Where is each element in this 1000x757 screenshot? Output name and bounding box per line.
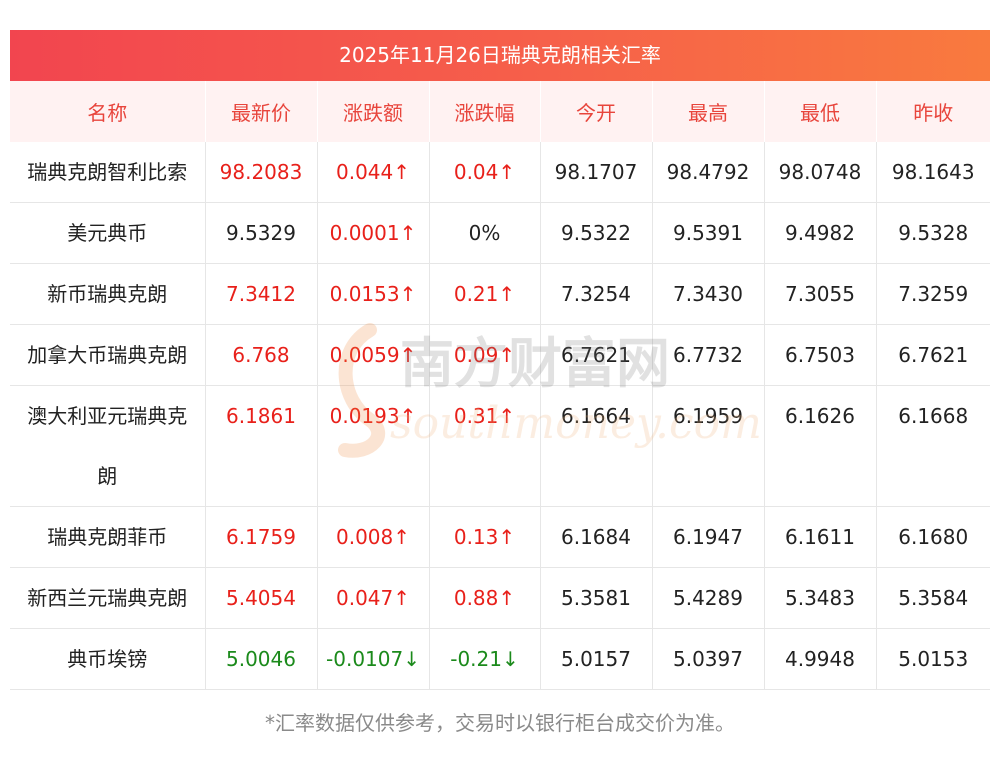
cell-change-pct: 0.88↑ bbox=[429, 567, 541, 629]
cell-name: 新币瑞典克朗 bbox=[10, 263, 206, 325]
cell-prev-close: 98.1643 bbox=[876, 142, 990, 203]
cell-change: 0.0193↑ bbox=[317, 385, 430, 507]
cell-name: 典币埃镑 bbox=[10, 628, 206, 690]
page-title: 2025年11月26日瑞典克朗相关汇率 bbox=[10, 30, 990, 81]
cell-latest: 5.0046 bbox=[205, 628, 318, 690]
cell-latest: 5.4054 bbox=[205, 567, 318, 629]
cell-change: 0.047↑ bbox=[317, 567, 430, 629]
cell-low: 6.1626 bbox=[764, 385, 877, 507]
cell-change: 0.044↑ bbox=[317, 142, 430, 203]
cell-change-pct: 0% bbox=[429, 202, 541, 264]
cell-open: 6.7621 bbox=[540, 324, 653, 386]
cell-high: 5.0397 bbox=[652, 628, 765, 690]
cell-open: 98.1707 bbox=[540, 142, 653, 203]
cell-prev-close: 7.3259 bbox=[876, 263, 990, 325]
cell-change-pct: 0.21↑ bbox=[429, 263, 541, 325]
cell-latest: 9.5329 bbox=[205, 202, 318, 264]
column-header-change: 涨跌额 bbox=[317, 81, 430, 142]
table-row: 加拿大币瑞典克朗 6.768 0.0059↑ 0.09↑ 6.7621 6.77… bbox=[10, 324, 990, 386]
cell-high: 7.3430 bbox=[652, 263, 765, 325]
cell-prev-close: 6.1668 bbox=[876, 385, 990, 507]
cell-name: 澳大利亚元瑞典克 朗 bbox=[10, 385, 206, 507]
table-row: 澳大利亚元瑞典克 朗 6.1861 0.0193↑ 0.31↑ 6.1664 6… bbox=[10, 385, 990, 507]
table-row: 美元典币 9.5329 0.0001↑ 0% 9.5322 9.5391 9.4… bbox=[10, 202, 990, 264]
cell-open: 7.3254 bbox=[540, 263, 653, 325]
cell-prev-close: 5.0153 bbox=[876, 628, 990, 690]
cell-high: 5.4289 bbox=[652, 567, 765, 629]
cell-change-pct: 0.31↑ bbox=[429, 385, 541, 507]
column-header-latest: 最新价 bbox=[205, 81, 318, 142]
column-header-low: 最低 bbox=[764, 81, 877, 142]
cell-high: 6.1959 bbox=[652, 385, 765, 507]
cell-latest: 98.2083 bbox=[205, 142, 318, 203]
cell-name-line2: 朗 bbox=[97, 464, 118, 488]
cell-change: 0.0001↑ bbox=[317, 202, 430, 264]
cell-low: 5.3483 bbox=[764, 567, 877, 629]
cell-change: 0.0153↑ bbox=[317, 263, 430, 325]
column-header-high: 最高 bbox=[652, 81, 765, 142]
cell-latest: 6.768 bbox=[205, 324, 318, 386]
cell-change-pct: 0.09↑ bbox=[429, 324, 541, 386]
cell-change: -0.0107↓ bbox=[317, 628, 430, 690]
table-row: 瑞典克朗菲币 6.1759 0.008↑ 0.13↑ 6.1684 6.1947… bbox=[10, 506, 990, 568]
cell-change-pct: -0.21↓ bbox=[429, 628, 541, 690]
table-header-row: 名称 最新价 涨跌额 涨跌幅 今开 最高 最低 昨收 bbox=[10, 81, 990, 142]
table-row: 典币埃镑 5.0046 -0.0107↓ -0.21↓ 5.0157 5.039… bbox=[10, 628, 990, 690]
cell-high: 98.4792 bbox=[652, 142, 765, 203]
column-header-name: 名称 bbox=[10, 81, 206, 142]
cell-name: 瑞典克朗智利比索 bbox=[10, 142, 206, 203]
cell-low: 9.4982 bbox=[764, 202, 877, 264]
cell-high: 6.7732 bbox=[652, 324, 765, 386]
cell-open: 9.5322 bbox=[540, 202, 653, 264]
column-header-change-pct: 涨跌幅 bbox=[429, 81, 541, 142]
cell-prev-close: 6.1680 bbox=[876, 506, 990, 568]
footnote: *汇率数据仅供参考，交易时以银行柜台成交价为准。 bbox=[265, 711, 735, 735]
cell-latest: 6.1861 bbox=[205, 385, 318, 507]
cell-prev-close: 6.7621 bbox=[876, 324, 990, 386]
cell-open: 5.0157 bbox=[540, 628, 653, 690]
cell-name-line1: 澳大利亚元瑞典克 bbox=[27, 404, 188, 428]
cell-low: 6.1611 bbox=[764, 506, 877, 568]
exchange-rate-table: 名称 最新价 涨跌额 涨跌幅 今开 最高 最低 昨收 瑞典克朗智利比索 98.2… bbox=[10, 81, 990, 690]
cell-low: 6.7503 bbox=[764, 324, 877, 386]
column-header-open: 今开 bbox=[540, 81, 653, 142]
cell-open: 5.3581 bbox=[540, 567, 653, 629]
cell-change: 0.0059↑ bbox=[317, 324, 430, 386]
cell-low: 98.0748 bbox=[764, 142, 877, 203]
cell-latest: 6.1759 bbox=[205, 506, 318, 568]
cell-high: 6.1947 bbox=[652, 506, 765, 568]
cell-name: 新西兰元瑞典克朗 bbox=[10, 567, 206, 629]
table-row: 新币瑞典克朗 7.3412 0.0153↑ 0.21↑ 7.3254 7.343… bbox=[10, 263, 990, 325]
cell-prev-close: 5.3584 bbox=[876, 567, 990, 629]
cell-low: 4.9948 bbox=[764, 628, 877, 690]
column-header-prev-close: 昨收 bbox=[876, 81, 990, 142]
cell-prev-close: 9.5328 bbox=[876, 202, 990, 264]
cell-open: 6.1684 bbox=[540, 506, 653, 568]
cell-low: 7.3055 bbox=[764, 263, 877, 325]
cell-name: 美元典币 bbox=[10, 202, 206, 264]
cell-latest: 7.3412 bbox=[205, 263, 318, 325]
cell-open: 6.1664 bbox=[540, 385, 653, 507]
table-row: 新西兰元瑞典克朗 5.4054 0.047↑ 0.88↑ 5.3581 5.42… bbox=[10, 567, 990, 629]
cell-high: 9.5391 bbox=[652, 202, 765, 264]
cell-change-pct: 0.04↑ bbox=[429, 142, 541, 203]
cell-change-pct: 0.13↑ bbox=[429, 506, 541, 568]
cell-change: 0.008↑ bbox=[317, 506, 430, 568]
cell-name: 加拿大币瑞典克朗 bbox=[10, 324, 206, 386]
cell-name: 瑞典克朗菲币 bbox=[10, 506, 206, 568]
table-row: 瑞典克朗智利比索 98.2083 0.044↑ 0.04↑ 98.1707 98… bbox=[10, 142, 990, 203]
